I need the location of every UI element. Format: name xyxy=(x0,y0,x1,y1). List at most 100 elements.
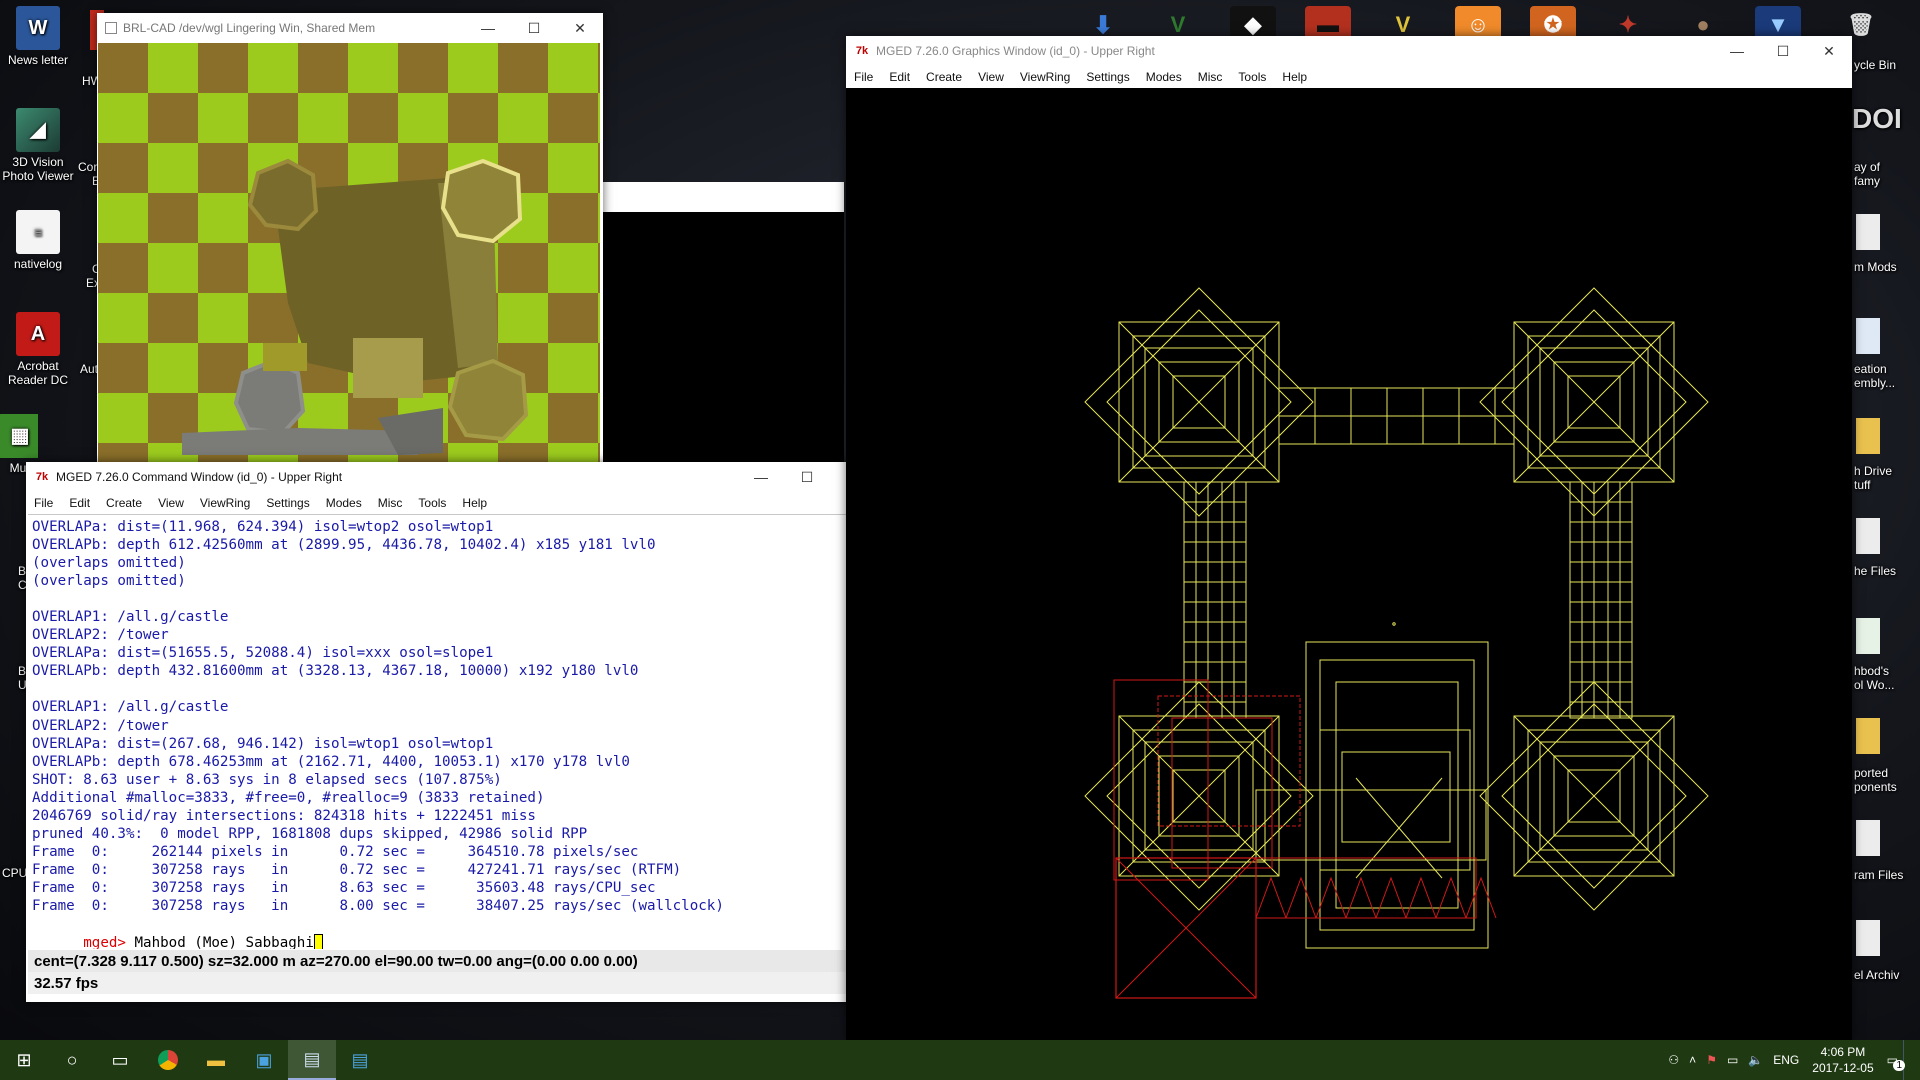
maximize-button[interactable]: ☐ xyxy=(511,13,557,43)
language-indicator[interactable]: ENG xyxy=(1768,1053,1804,1067)
minimize-button[interactable]: — xyxy=(738,462,784,492)
minimize-button[interactable]: — xyxy=(1714,36,1760,66)
clock-date: 2017-12-05 xyxy=(1812,1061,1874,1075)
menu-create[interactable]: Create xyxy=(98,496,150,510)
command-titlebar[interactable]: 7k MGED 7.26.0 Command Window (id_0) - U… xyxy=(26,462,876,492)
start-icon[interactable]: ⊞ xyxy=(0,1040,48,1080)
menu-viewring[interactable]: ViewRing xyxy=(192,496,258,510)
menu-view[interactable]: View xyxy=(150,496,192,510)
menu-help[interactable]: Help xyxy=(454,496,495,510)
raytrace-render-canvas[interactable] xyxy=(98,43,600,475)
partial-icon-label: Aut xyxy=(80,362,99,376)
close-button[interactable]: ✕ xyxy=(1806,36,1852,66)
console-line: Frame 0: 307258 rays in 8.63 sec = 35603… xyxy=(32,879,656,896)
slope-shape xyxy=(182,428,418,455)
security-icon[interactable]: ⚑ xyxy=(1701,1053,1722,1067)
castle-wireframe xyxy=(1084,287,1709,999)
console-text: OVERLAPa: dist=(11.968, 624.394) isol=wt… xyxy=(28,515,874,918)
desktop-icon-3d-vision[interactable]: ◢ 3D Vision Photo Viewer xyxy=(0,108,78,183)
console-output[interactable]: OVERLAPa: dist=(11.968, 624.394) isol=wt… xyxy=(28,514,874,949)
volume-icon[interactable]: 🔈 xyxy=(1743,1053,1768,1067)
store-icon[interactable]: ▣ xyxy=(240,1040,288,1080)
chrome-icon[interactable] xyxy=(144,1040,192,1080)
menu-misc[interactable]: Misc xyxy=(1190,70,1231,84)
menu-file[interactable]: File xyxy=(26,496,61,510)
graphics-titlebar[interactable]: 7k MGED 7.26.0 Graphics Window (id_0) - … xyxy=(846,36,1852,66)
highlight-wall-seg xyxy=(1405,876,1437,919)
maximize-button[interactable]: ☐ xyxy=(1760,36,1806,66)
castle-render xyxy=(182,158,529,455)
app-tile-icon: ▦ xyxy=(0,414,38,458)
console-line: Frame 0: 307258 rays in 0.72 sec = 42724… xyxy=(32,861,682,878)
menu-help[interactable]: Help xyxy=(1274,70,1315,84)
show-desktop-button[interactable] xyxy=(1903,1040,1920,1080)
menu-edit[interactable]: Edit xyxy=(61,496,98,510)
network-icon[interactable]: ▭ xyxy=(1722,1053,1743,1067)
menu-modes[interactable]: Modes xyxy=(318,496,370,510)
close-button[interactable]: ✕ xyxy=(557,13,603,43)
keep-rect-4 xyxy=(1341,751,1451,843)
menu-viewring[interactable]: ViewRing xyxy=(1012,70,1078,84)
acrobat-icon: A xyxy=(16,312,60,356)
partial-icon-label: embly... xyxy=(1854,376,1896,390)
partial-icon-label: B xyxy=(18,564,27,578)
people-icon[interactable]: ⚇ xyxy=(1663,1053,1684,1067)
mged-graphics-icon[interactable]: ▤ xyxy=(336,1040,384,1080)
menu-settings[interactable]: Settings xyxy=(1078,70,1137,84)
partial-icon-label: el Archiv xyxy=(1854,968,1900,982)
menu-create[interactable]: Create xyxy=(918,70,970,84)
partial-icon-label: CPU xyxy=(2,866,28,880)
menu-edit[interactable]: Edit xyxy=(881,70,918,84)
raytrace-titlebar[interactable]: BRL-CAD /dev/wgl Lingering Win, Shared M… xyxy=(97,13,603,43)
chevron-up-icon[interactable]: ˄ xyxy=(1684,1053,1701,1067)
console-line: SHOT: 8.63 user + 8.63 sys in 8 elapsed … xyxy=(32,771,502,788)
notification-icon[interactable]: ▭ 1 xyxy=(1882,1053,1905,1071)
desktop-icon-acrobat[interactable]: A Acrobat Reader DC xyxy=(0,312,78,387)
mged-icon[interactable]: ▤ xyxy=(288,1040,336,1080)
clock[interactable]: 4:06 PM 2017-12-05 xyxy=(1804,1044,1881,1076)
partial-icon-label: ay of xyxy=(1854,160,1881,174)
keep-rect-0 xyxy=(1305,641,1489,949)
south-wall xyxy=(1255,789,1487,861)
partial-icon-label: Cor xyxy=(78,160,98,174)
raytrace-window[interactable]: BRL-CAD /dev/wgl Lingering Win, Shared M… xyxy=(97,13,603,475)
partial-icon-label: he Files xyxy=(1854,564,1897,578)
word-doc-icon: W xyxy=(16,6,60,50)
gatehouse-shape xyxy=(353,338,423,398)
partial-file-icon xyxy=(1856,214,1880,250)
desktop-icon-news-letter[interactable]: W News letter xyxy=(0,6,78,67)
partial-icon-label: famy xyxy=(1854,174,1881,188)
clock-time: 4:06 PM xyxy=(1820,1045,1866,1059)
task-view-icon[interactable]: ▭ xyxy=(96,1040,144,1080)
maximize-button[interactable]: ☐ xyxy=(784,462,830,492)
menu-view[interactable]: View xyxy=(970,70,1012,84)
console-input[interactable]: Mahbod (Moe) Sabbaghi xyxy=(126,935,314,949)
partial-icon-label: h Drive xyxy=(1854,464,1893,478)
console-line: Frame 0: 307258 rays in 8.00 sec = 38407… xyxy=(32,897,724,914)
desktop-icon-label: nativelog xyxy=(13,257,63,271)
console-prompt-row[interactable]: mged> Mahbod (Moe) Sabbaghi xyxy=(28,918,874,949)
command-window[interactable]: 7k MGED 7.26.0 Command Window (id_0) - U… xyxy=(26,462,876,1002)
desktop-icon-nativelog[interactable]: ≡ nativelog xyxy=(0,210,78,271)
menu-misc[interactable]: Misc xyxy=(370,496,411,510)
window-title: MGED 7.26.0 Graphics Window (id_0) - Upp… xyxy=(876,44,1155,58)
view-status-line: cent=(7.328 9.117 0.500) sz=32.000 m az=… xyxy=(28,950,874,972)
tcl-feather-icon: 7k xyxy=(35,471,49,483)
menu-file[interactable]: File xyxy=(846,70,881,84)
cortana-icon[interactable]: ○ xyxy=(48,1040,96,1080)
partial-file-icon xyxy=(1856,518,1880,554)
minimize-button[interactable]: — xyxy=(465,13,511,43)
tower-bottom-left-shape xyxy=(233,358,306,436)
graphics-window[interactable]: 7k MGED 7.26.0 Graphics Window (id_0) - … xyxy=(846,36,1852,1040)
window-title: MGED 7.26.0 Command Window (id_0) - Uppe… xyxy=(56,470,343,484)
keep-rect-1 xyxy=(1319,659,1475,931)
wireframe-viewport[interactable] xyxy=(846,88,1852,1040)
menu-tools[interactable]: Tools xyxy=(1230,70,1274,84)
console-line: (overlaps omitted) xyxy=(32,573,186,590)
file-explorer-icon[interactable]: ▬ xyxy=(192,1040,240,1080)
menu-tools[interactable]: Tools xyxy=(410,496,454,510)
menu-settings[interactable]: Settings xyxy=(258,496,317,510)
menu-modes[interactable]: Modes xyxy=(1138,70,1190,84)
